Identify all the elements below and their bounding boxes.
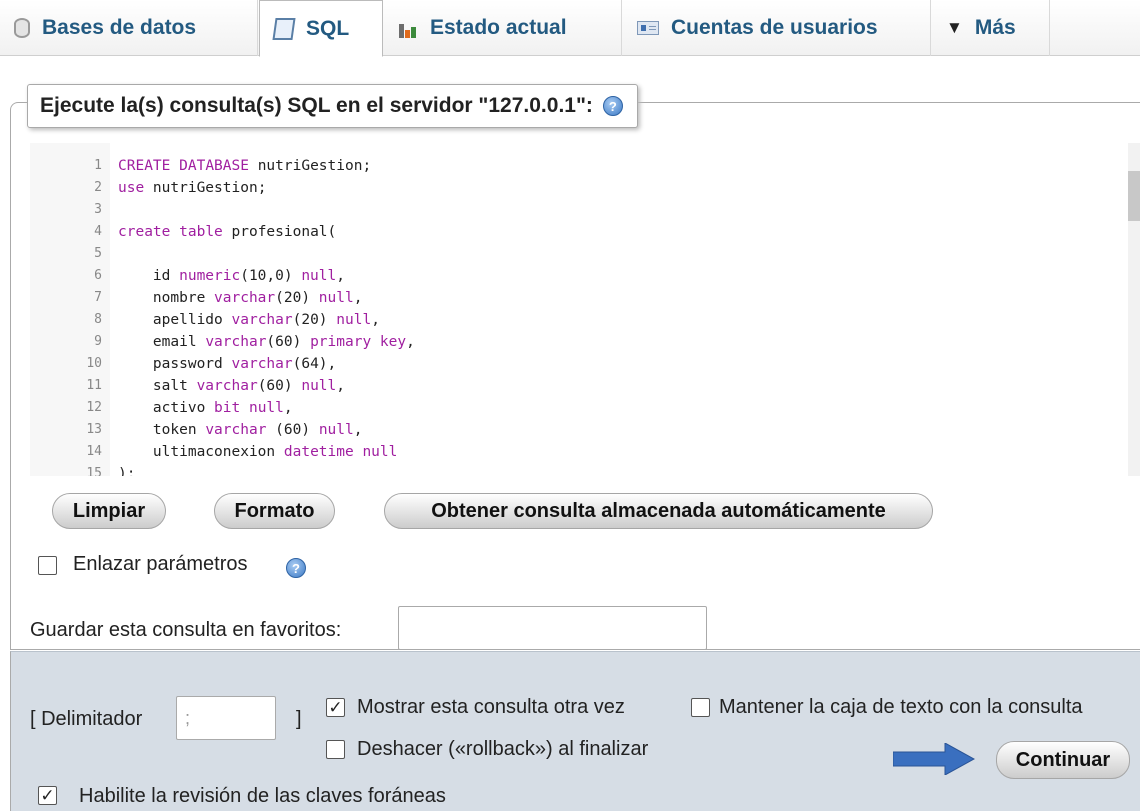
code-text: password varchar(64), bbox=[118, 356, 337, 372]
code-text: ultimaconexion datetime null bbox=[118, 444, 398, 460]
tab-status-label: Estado actual bbox=[430, 16, 567, 39]
code-text: use nutriGestion; bbox=[118, 180, 267, 196]
query-panel-legend: Ejecute la(s) consulta(s) SQL en el serv… bbox=[27, 84, 638, 128]
bookmark-label: Guardar esta consulta en favoritos: bbox=[30, 619, 342, 641]
bind-parameters-help-icon[interactable]: ? bbox=[286, 558, 306, 578]
foreign-key-checks-label: Habilite la revisión de las claves forán… bbox=[79, 785, 446, 807]
line-number: 6 bbox=[94, 268, 102, 283]
tab-databases-label: Bases de datos bbox=[42, 16, 197, 39]
get-autosaved-query-button[interactable]: Obtener consulta almacenada automáticame… bbox=[384, 493, 933, 529]
clear-button[interactable]: Limpiar bbox=[52, 493, 166, 529]
code-text: CREATE DATABASE nutriGestion; bbox=[118, 158, 372, 174]
line-number: 9 bbox=[94, 334, 102, 349]
continue-button[interactable]: Continuar bbox=[996, 741, 1130, 779]
code-text: token varchar (60) null, bbox=[118, 422, 363, 438]
users-icon bbox=[637, 21, 659, 35]
tab-user-accounts[interactable]: Cuentas de usuarios bbox=[623, 0, 931, 56]
retain-query-box-checkbox[interactable] bbox=[691, 698, 710, 717]
help-icon[interactable]: ? bbox=[602, 96, 623, 116]
legend-text: Ejecute la(s) consulta(s) SQL en el serv… bbox=[40, 94, 593, 117]
tab-more[interactable]: ▼ Más bbox=[932, 0, 1050, 56]
line-number: 15 bbox=[86, 466, 102, 476]
bind-parameters-label: Enlazar parámetros bbox=[73, 553, 248, 575]
scrollbar-thumb[interactable] bbox=[1128, 171, 1140, 221]
bind-parameters-checkbox[interactable] bbox=[38, 556, 57, 575]
line-number: 11 bbox=[86, 378, 102, 393]
tab-status[interactable]: Estado actual bbox=[384, 0, 622, 56]
editor-scrollbar[interactable] bbox=[1128, 143, 1140, 476]
line-number: 7 bbox=[94, 290, 102, 305]
code-text: create table profesional( bbox=[118, 224, 337, 240]
code-text: ); bbox=[118, 466, 136, 476]
show-query-again-checkbox[interactable]: ✓ bbox=[326, 698, 345, 717]
line-number: 1 bbox=[94, 158, 102, 173]
line-number: 10 bbox=[86, 356, 102, 371]
code-text: nombre varchar(20) null, bbox=[118, 290, 363, 306]
bookmark-input[interactable] bbox=[398, 606, 707, 650]
code-text: salt varchar(60) null, bbox=[118, 378, 345, 394]
format-button[interactable]: Formato bbox=[214, 493, 335, 529]
retain-query-box-label: Mantener la caja de texto con la consult… bbox=[719, 696, 1083, 718]
tab-more-label: Más bbox=[974, 16, 1016, 39]
arrow-right-icon bbox=[893, 743, 975, 775]
show-query-again-label: Mostrar esta consulta otra vez bbox=[357, 696, 625, 718]
line-number: 4 bbox=[94, 224, 102, 239]
code-text: activo bit null, bbox=[118, 400, 293, 416]
tab-databases[interactable]: Bases de datos bbox=[0, 0, 258, 56]
status-chart-icon bbox=[398, 18, 418, 38]
sql-editor[interactable]: 1 CREATE DATABASE nutriGestion; 2 use nutri… bbox=[30, 143, 1128, 476]
delimiter-label-close: ] bbox=[296, 708, 302, 730]
line-number: 14 bbox=[86, 444, 102, 459]
line-number: 2 bbox=[94, 180, 102, 195]
line-number: 8 bbox=[94, 312, 102, 327]
rollback-label: Deshacer («rollback») al finalizar bbox=[357, 738, 649, 760]
tab-sql-label: SQL bbox=[306, 16, 350, 40]
rollback-checkbox[interactable] bbox=[326, 740, 345, 759]
tab-user-accounts-label: Cuentas de usuarios bbox=[671, 16, 878, 39]
code-text: apellido varchar(20) null, bbox=[118, 312, 380, 328]
top-tab-bar: Bases de datos SQL Estado actual Cuentas… bbox=[0, 0, 1140, 57]
triangle-down-icon: ▼ bbox=[946, 18, 963, 37]
line-number: 3 bbox=[94, 202, 102, 217]
line-number: 12 bbox=[86, 400, 102, 415]
line-number: 5 bbox=[94, 246, 102, 261]
code-text: email varchar(60) primary key, bbox=[118, 334, 415, 350]
line-number: 13 bbox=[86, 422, 102, 437]
delimiter-label-open: [ Delimitador bbox=[30, 708, 143, 730]
tab-sql[interactable]: SQL bbox=[259, 0, 383, 57]
code-text: id numeric(10,0) null, bbox=[118, 268, 345, 284]
sql-icon bbox=[272, 17, 296, 40]
database-icon bbox=[14, 18, 30, 38]
delimiter-input[interactable]: ; bbox=[176, 696, 276, 740]
foreign-key-checks-checkbox[interactable]: ✓ bbox=[38, 786, 57, 805]
